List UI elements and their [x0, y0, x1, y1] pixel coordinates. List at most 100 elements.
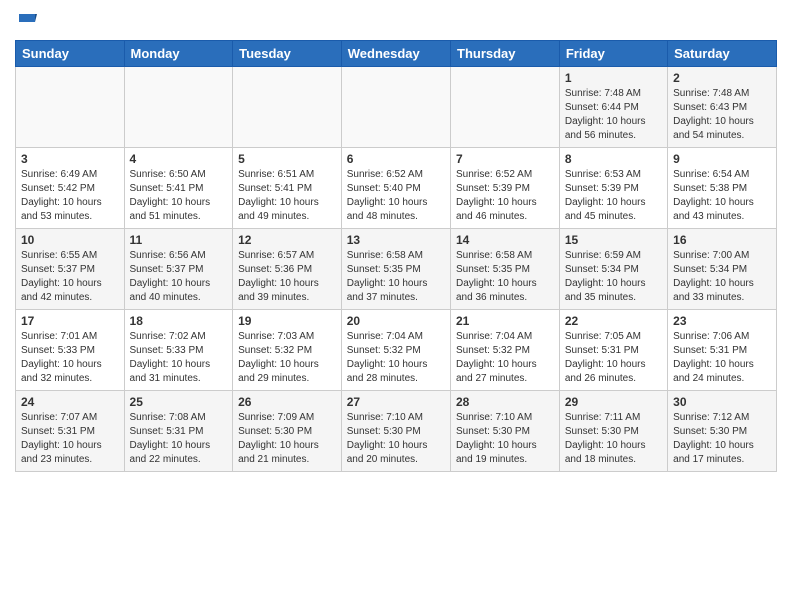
day-info: Sunrise: 7:02 AM Sunset: 5:33 PM Dayligh… — [130, 330, 228, 386]
calendar-day-cell: 11 Sunrise: 6:56 AM Sunset: 5:37 PM Dayli… — [124, 229, 233, 310]
calendar-day-cell: 15 Sunrise: 6:59 AM Sunset: 5:34 PM Dayli… — [559, 229, 667, 310]
day-info: Sunrise: 6:51 AM Sunset: 5:41 PM Dayligh… — [238, 168, 336, 224]
day-number: 2 — [673, 71, 771, 85]
calendar-day-cell: 13 Sunrise: 6:58 AM Sunset: 5:35 PM Dayli… — [341, 229, 450, 310]
day-info: Sunrise: 7:07 AM Sunset: 5:31 PM Dayligh… — [21, 411, 119, 467]
calendar-day-cell: 20 Sunrise: 7:04 AM Sunset: 5:32 PM Dayli… — [341, 310, 450, 391]
day-number: 26 — [238, 395, 336, 409]
day-number: 8 — [565, 152, 662, 166]
day-info: Sunrise: 6:56 AM Sunset: 5:37 PM Dayligh… — [130, 249, 228, 305]
calendar-day-cell: 28 Sunrise: 7:10 AM Sunset: 5:30 PM Dayli… — [451, 391, 560, 472]
calendar-day-cell: 9 Sunrise: 6:54 AM Sunset: 5:38 PM Daylig… — [668, 148, 777, 229]
calendar-day-cell: 16 Sunrise: 7:00 AM Sunset: 5:34 PM Dayli… — [668, 229, 777, 310]
day-info: Sunrise: 6:50 AM Sunset: 5:41 PM Dayligh… — [130, 168, 228, 224]
calendar-day-cell: 17 Sunrise: 7:01 AM Sunset: 5:33 PM Dayli… — [16, 310, 125, 391]
day-number: 4 — [130, 152, 228, 166]
calendar-day-cell — [233, 67, 342, 148]
day-number: 24 — [21, 395, 119, 409]
day-info: Sunrise: 6:55 AM Sunset: 5:37 PM Dayligh… — [21, 249, 119, 305]
day-info: Sunrise: 6:49 AM Sunset: 5:42 PM Dayligh… — [21, 168, 119, 224]
day-info: Sunrise: 6:59 AM Sunset: 5:34 PM Dayligh… — [565, 249, 662, 305]
day-number: 27 — [347, 395, 445, 409]
day-info: Sunrise: 7:00 AM Sunset: 5:34 PM Dayligh… — [673, 249, 771, 305]
day-number: 21 — [456, 314, 554, 328]
day-info: Sunrise: 7:12 AM Sunset: 5:30 PM Dayligh… — [673, 411, 771, 467]
day-number: 29 — [565, 395, 662, 409]
day-number: 1 — [565, 71, 662, 85]
calendar-day-cell: 30Sunrise: 7:12 AM Sunset: 5:30 PM Dayli… — [668, 391, 777, 472]
day-number: 3 — [21, 152, 119, 166]
day-number: 12 — [238, 233, 336, 247]
day-number: 25 — [130, 395, 228, 409]
day-info: Sunrise: 7:04 AM Sunset: 5:32 PM Dayligh… — [347, 330, 445, 386]
calendar-day-cell — [124, 67, 233, 148]
calendar-day-cell: 12 Sunrise: 6:57 AM Sunset: 5:36 PM Dayli… — [233, 229, 342, 310]
day-info: Sunrise: 7:04 AM Sunset: 5:32 PM Dayligh… — [456, 330, 554, 386]
day-number: 14 — [456, 233, 554, 247]
day-info: Sunrise: 7:08 AM Sunset: 5:31 PM Dayligh… — [130, 411, 228, 467]
day-number: 19 — [238, 314, 336, 328]
day-info: Sunrise: 7:10 AM Sunset: 5:30 PM Dayligh… — [347, 411, 445, 467]
day-number: 16 — [673, 233, 771, 247]
calendar-day-cell: 6 Sunrise: 6:52 AM Sunset: 5:40 PM Daylig… — [341, 148, 450, 229]
day-info: Sunrise: 7:09 AM Sunset: 5:30 PM Dayligh… — [238, 411, 336, 467]
calendar-weekday-header: Monday — [124, 41, 233, 67]
day-number: 15 — [565, 233, 662, 247]
day-number: 20 — [347, 314, 445, 328]
calendar-day-cell: 8 Sunrise: 6:53 AM Sunset: 5:39 PM Daylig… — [559, 148, 667, 229]
calendar-day-cell: 23Sunrise: 7:06 AM Sunset: 5:31 PM Dayli… — [668, 310, 777, 391]
calendar-week-row: 3 Sunrise: 6:49 AM Sunset: 5:42 PM Daylig… — [16, 148, 777, 229]
day-number: 5 — [238, 152, 336, 166]
calendar-day-cell: 24 Sunrise: 7:07 AM Sunset: 5:31 PM Dayli… — [16, 391, 125, 472]
calendar-header-row: SundayMondayTuesdayWednesdayThursdayFrid… — [16, 41, 777, 67]
calendar-day-cell: 5 Sunrise: 6:51 AM Sunset: 5:41 PM Daylig… — [233, 148, 342, 229]
day-number: 13 — [347, 233, 445, 247]
calendar-weekday-header: Sunday — [16, 41, 125, 67]
day-info: Sunrise: 6:57 AM Sunset: 5:36 PM Dayligh… — [238, 249, 336, 305]
day-number: 17 — [21, 314, 119, 328]
calendar-weekday-header: Thursday — [451, 41, 560, 67]
calendar-day-cell: 26 Sunrise: 7:09 AM Sunset: 5:30 PM Dayli… — [233, 391, 342, 472]
calendar-day-cell: 19 Sunrise: 7:03 AM Sunset: 5:32 PM Dayli… — [233, 310, 342, 391]
calendar-table: SundayMondayTuesdayWednesdayThursdayFrid… — [15, 40, 777, 472]
day-number: 11 — [130, 233, 228, 247]
logo — [15, 10, 37, 32]
day-number: 28 — [456, 395, 554, 409]
day-info: Sunrise: 7:48 AM Sunset: 6:44 PM Dayligh… — [565, 87, 662, 143]
day-info: Sunrise: 7:48 AM Sunset: 6:43 PM Dayligh… — [673, 87, 771, 143]
day-number: 22 — [565, 314, 662, 328]
calendar-day-cell: 14 Sunrise: 6:58 AM Sunset: 5:35 PM Dayli… — [451, 229, 560, 310]
calendar-day-cell: 21 Sunrise: 7:04 AM Sunset: 5:32 PM Dayli… — [451, 310, 560, 391]
calendar-day-cell — [451, 67, 560, 148]
day-info: Sunrise: 6:52 AM Sunset: 5:40 PM Dayligh… — [347, 168, 445, 224]
day-info: Sunrise: 6:52 AM Sunset: 5:39 PM Dayligh… — [456, 168, 554, 224]
day-info: Sunrise: 6:53 AM Sunset: 5:39 PM Dayligh… — [565, 168, 662, 224]
calendar-day-cell: 18 Sunrise: 7:02 AM Sunset: 5:33 PM Dayli… — [124, 310, 233, 391]
calendar-day-cell: 7Sunrise: 6:52 AM Sunset: 5:39 PM Daylig… — [451, 148, 560, 229]
calendar-weekday-header: Saturday — [668, 41, 777, 67]
page-header — [15, 10, 777, 32]
day-info: Sunrise: 6:54 AM Sunset: 5:38 PM Dayligh… — [673, 168, 771, 224]
day-info: Sunrise: 6:58 AM Sunset: 5:35 PM Dayligh… — [347, 249, 445, 305]
day-info: Sunrise: 7:11 AM Sunset: 5:30 PM Dayligh… — [565, 411, 662, 467]
calendar-day-cell: 4 Sunrise: 6:50 AM Sunset: 5:41 PM Daylig… — [124, 148, 233, 229]
calendar-day-cell — [341, 67, 450, 148]
calendar-weekday-header: Tuesday — [233, 41, 342, 67]
calendar-week-row: 17 Sunrise: 7:01 AM Sunset: 5:33 PM Dayli… — [16, 310, 777, 391]
day-number: 9 — [673, 152, 771, 166]
day-info: Sunrise: 7:06 AM Sunset: 5:31 PM Dayligh… — [673, 330, 771, 386]
day-info: Sunrise: 7:01 AM Sunset: 5:33 PM Dayligh… — [21, 330, 119, 386]
day-info: Sunrise: 6:58 AM Sunset: 5:35 PM Dayligh… — [456, 249, 554, 305]
calendar-day-cell: 25 Sunrise: 7:08 AM Sunset: 5:31 PM Dayli… — [124, 391, 233, 472]
day-number: 6 — [347, 152, 445, 166]
calendar-day-cell: 3 Sunrise: 6:49 AM Sunset: 5:42 PM Daylig… — [16, 148, 125, 229]
day-info: Sunrise: 7:10 AM Sunset: 5:30 PM Dayligh… — [456, 411, 554, 467]
calendar-day-cell: 27 Sunrise: 7:10 AM Sunset: 5:30 PM Dayli… — [341, 391, 450, 472]
day-number: 10 — [21, 233, 119, 247]
calendar-week-row: 10 Sunrise: 6:55 AM Sunset: 5:37 PM Dayli… — [16, 229, 777, 310]
logo-icon — [15, 10, 37, 32]
day-number: 18 — [130, 314, 228, 328]
calendar-day-cell: 2 Sunrise: 7:48 AM Sunset: 6:43 PM Daylig… — [668, 67, 777, 148]
day-info: Sunrise: 7:03 AM Sunset: 5:32 PM Dayligh… — [238, 330, 336, 386]
calendar-body: 1 Sunrise: 7:48 AM Sunset: 6:44 PM Daylig… — [16, 67, 777, 472]
